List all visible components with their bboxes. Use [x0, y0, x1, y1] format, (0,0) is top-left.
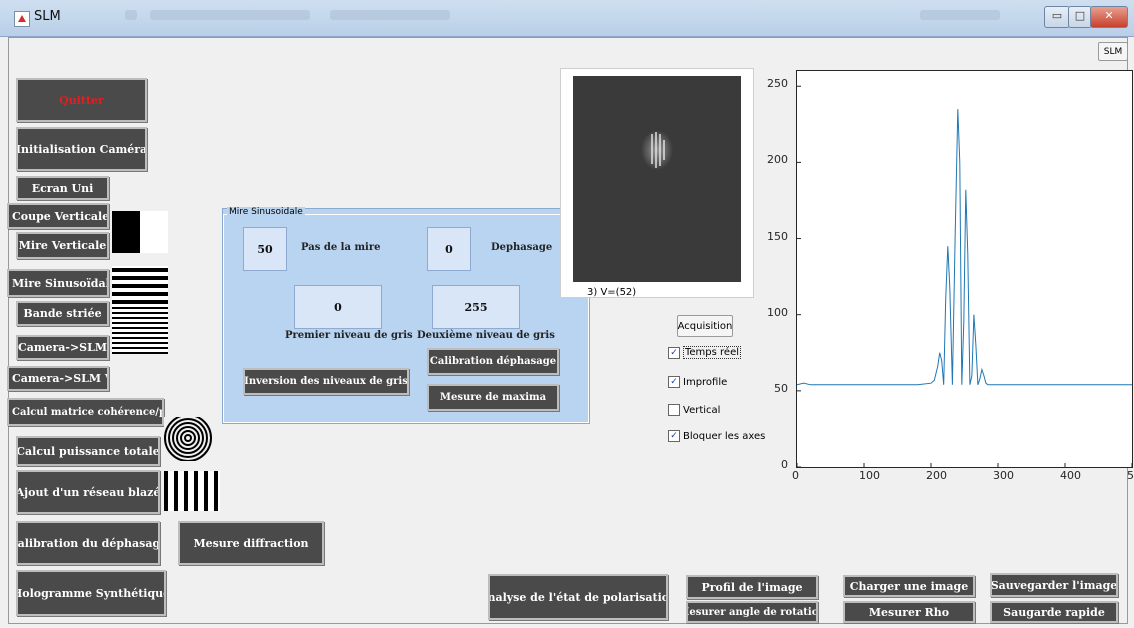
checkbox-check-icon: ✓ — [668, 346, 680, 359]
improfile-checkbox[interactable]: ✓ Improfile — [668, 376, 727, 388]
profile-plot-axes[interactable] — [796, 70, 1133, 468]
close-button[interactable]: ✕ — [1090, 6, 1128, 28]
sinus-target-button[interactable]: Mire Sinusoïdale — [7, 269, 109, 297]
diffraction-measure-button[interactable]: Mesure diffraction — [178, 521, 324, 565]
camera-to-slm-v2-button[interactable]: Camera->SLM V2 — [7, 366, 109, 391]
slm-tag-button[interactable]: SLM — [1098, 42, 1128, 61]
wide-stripes-thumbnail — [112, 266, 168, 306]
y-tick-label: 100 — [767, 305, 788, 319]
quit-button[interactable]: Quitter — [16, 78, 147, 122]
step-label: Pas de la mire — [301, 242, 381, 253]
profile-series-line — [796, 109, 1132, 386]
second-gray-input[interactable]: 255 — [432, 285, 520, 329]
matlab-figure-icon — [14, 11, 30, 27]
maximize-button[interactable]: □ — [1068, 6, 1092, 28]
rotation-angle-button[interactable]: Mesurer angle de rotation — [686, 601, 818, 623]
first-gray-input[interactable]: 0 — [294, 285, 382, 329]
x-tick-label: 400 — [1060, 469, 1081, 482]
polarization-analysis-button[interactable]: Analyse de l'état de polarisation — [488, 574, 668, 620]
plot-resize-handle[interactable] — [1100, 336, 1130, 366]
blurred-title-text — [330, 10, 450, 20]
image-profile-button[interactable]: Profil de l'image — [686, 575, 818, 599]
camera-image — [573, 76, 741, 282]
y-tick-label: 150 — [767, 229, 788, 243]
y-tick-label: 50 — [774, 381, 788, 395]
half-black-pattern-thumbnail — [112, 211, 168, 253]
vertical-cut-button[interactable]: Coupe Verticale — [7, 203, 109, 229]
calibrate-phase-button[interactable]: Calibration déphasage — [427, 348, 559, 375]
phase-calibration-button[interactable]: Calibration du déphasage — [16, 521, 160, 565]
blurred-title-text — [150, 10, 310, 20]
measure-rho-button[interactable]: Mesurer Rho — [843, 601, 975, 623]
window-titlebar: SLM ▭ □ ✕ — [0, 0, 1134, 37]
load-image-button[interactable]: Charger une image — [843, 575, 975, 597]
camera-image-frame — [560, 68, 754, 298]
x-tick-label: 300 — [993, 469, 1014, 482]
checkbox-check-icon: ✓ — [668, 430, 680, 442]
x-tick-label: 0 — [792, 469, 799, 482]
fine-stripes-thumbnail — [112, 306, 168, 354]
pixel-readout: 3) V=(52) — [587, 287, 637, 298]
checkbox-check-icon: ✓ — [668, 376, 680, 388]
blazed-grating-thumbnail — [164, 471, 220, 511]
checkbox-label: Bloquer les axes — [683, 430, 766, 442]
checkbox-label: Vertical — [683, 404, 721, 416]
blurred-title-text — [920, 10, 1000, 20]
minimize-button[interactable]: ▭ — [1044, 6, 1070, 28]
step-input[interactable]: 50 — [243, 227, 287, 271]
camera-to-slm-button[interactable]: Camera->SLM — [16, 335, 109, 360]
blurred-title-text — [125, 10, 137, 20]
total-power-button[interactable]: Calcul puissance totale — [16, 436, 160, 466]
invert-gray-button[interactable]: Inversion des niveaux de gris — [243, 368, 409, 395]
x-tick-label: 200 — [926, 469, 947, 482]
vertical-target-button[interactable]: Mire Verticale — [16, 232, 109, 259]
blazed-grating-button[interactable]: Ajout d'un réseau blazé — [16, 470, 160, 514]
vertical-checkbox[interactable]: Vertical — [668, 404, 720, 416]
phase-label: Dephasage — [491, 242, 553, 253]
checkbox-label: Temps réel — [683, 346, 742, 359]
init-camera-button[interactable]: Initialisation Caméra — [16, 127, 147, 171]
first-gray-label: Premier niveau de gris — [285, 330, 413, 341]
x-tick-label: 100 — [859, 469, 880, 482]
phase-input[interactable]: 0 — [427, 227, 471, 271]
camera-spot — [641, 130, 673, 170]
quick-save-button[interactable]: Saugarde rapide — [990, 601, 1118, 623]
striped-band-button[interactable]: Bande striée — [16, 301, 109, 326]
concentric-rings-thumbnail — [164, 417, 220, 461]
lock-axes-checkbox[interactable]: ✓ Bloquer les axes — [668, 430, 765, 442]
checkbox-empty-icon — [668, 404, 680, 416]
uniform-screen-button[interactable]: Ecran Uni — [16, 176, 109, 200]
checkbox-label: Improfile — [683, 376, 728, 388]
acquisition-button[interactable]: Acquisition — [677, 315, 733, 337]
window-title: SLM — [34, 9, 61, 24]
profile-plot-svg — [796, 85, 1133, 468]
y-tick-label: 250 — [767, 77, 788, 91]
coherence-matrix-button[interactable]: Calcul matrice cohérence/p... — [7, 398, 164, 426]
y-tick-label: 200 — [767, 153, 788, 167]
y-tick-label: 0 — [781, 458, 788, 471]
second-gray-label: Deuxième niveau de gris — [417, 330, 555, 341]
save-image-button[interactable]: Sauvegarder l'image — [990, 573, 1118, 597]
sinus-target-panel: Mire Sinusoidale 50 Pas de la mire 0 Dep… — [222, 207, 590, 424]
x-tick-label: 50 — [1127, 469, 1134, 482]
synthetic-hologram-button[interactable]: Hologramme Synthétique — [16, 570, 166, 616]
panel-legend: Mire Sinusoidale — [227, 207, 305, 217]
realtime-checkbox[interactable]: ✓ Temps réel — [668, 346, 742, 359]
measure-maxima-button[interactable]: Mesure de maxima — [427, 384, 559, 411]
